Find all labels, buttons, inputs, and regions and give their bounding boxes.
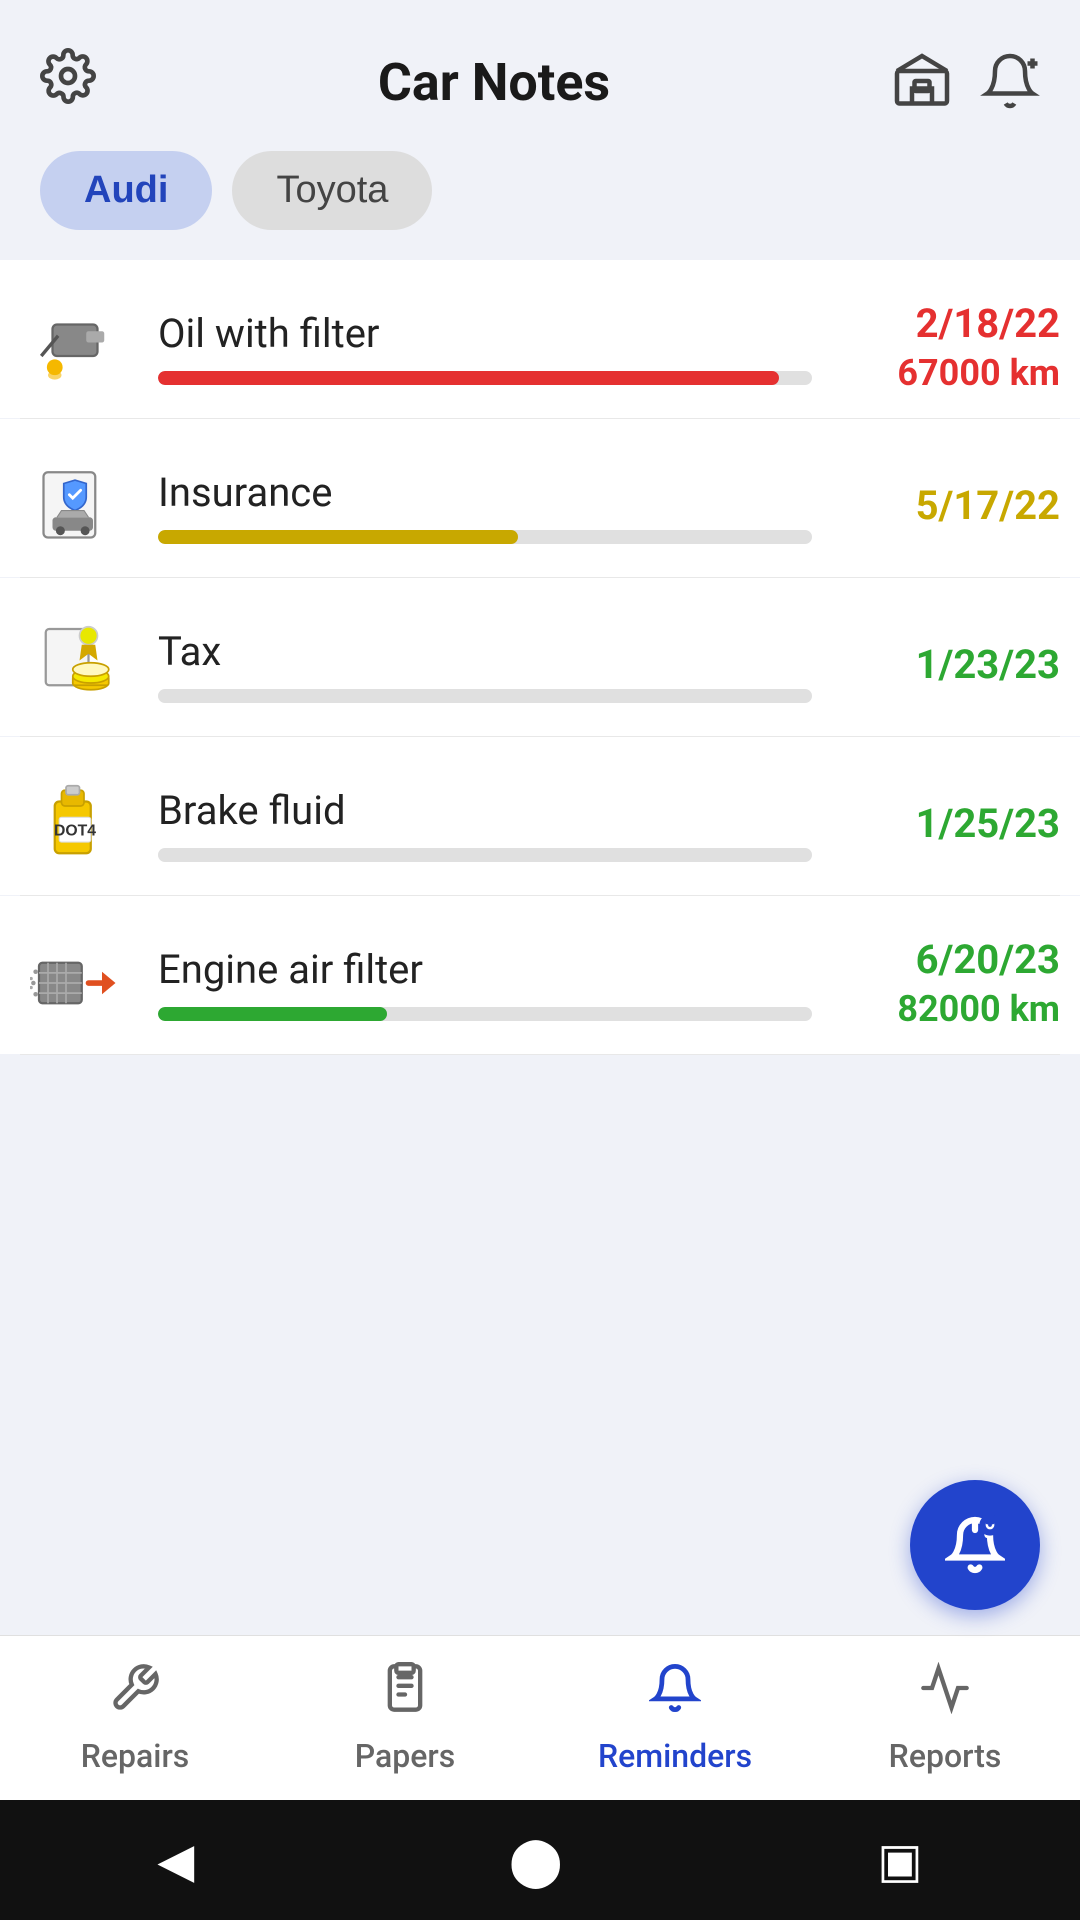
bottom-navigation: Repairs Papers Reminders R (0, 1635, 1080, 1800)
insurance-progress (158, 530, 812, 544)
insurance-content: Insurance (158, 469, 812, 544)
nav-repairs-label: Repairs (81, 1737, 189, 1775)
add-reminder-header-icon[interactable] (980, 51, 1040, 115)
back-button[interactable]: ◀ (157, 1832, 194, 1889)
oil-filter-date: 2/18/22 67000 km (840, 298, 1060, 397)
svg-text:DOT4: DOT4 (54, 822, 96, 839)
oil-filter-content: Oil with filter (158, 310, 812, 385)
oil-icon (20, 292, 130, 402)
nav-reports-label: Reports (889, 1737, 1002, 1775)
insurance-date: 5/17/22 (840, 480, 1060, 532)
tax-content: Tax (158, 628, 812, 703)
engine-air-filter-content: Engine air filter (158, 946, 812, 1021)
app-title: Car Notes (96, 52, 892, 113)
insurance-name: Insurance (158, 469, 812, 516)
engine-air-filter-icon (20, 928, 130, 1038)
car-tabs: Audi Toyota (0, 141, 1080, 260)
android-system-navbar: ◀ ⬤ ▣ (0, 1800, 1080, 1920)
reminder-brake-fluid[interactable]: DOT4 Brake fluid 1/25/23 (0, 737, 1080, 895)
insurance-icon (20, 451, 130, 561)
nav-papers[interactable]: Papers (270, 1636, 540, 1800)
reminder-engine-air-filter[interactable]: Engine air filter 6/20/23 82000 km (0, 896, 1080, 1054)
repairs-icon (109, 1662, 161, 1727)
tax-icon (20, 610, 130, 720)
insurance-bar (158, 530, 518, 544)
brake-fluid-name: Brake fluid (158, 787, 812, 834)
tab-audi[interactable]: Audi (40, 151, 212, 230)
tax-progress (158, 689, 812, 703)
app-header: Car Notes (0, 0, 1080, 141)
header-actions (892, 51, 1040, 115)
brake-fluid-date: 1/25/23 (840, 798, 1060, 850)
nav-reminders-label: Reminders (598, 1737, 752, 1775)
reminder-insurance[interactable]: Insurance 5/17/22 (0, 419, 1080, 577)
engine-air-filter-bar (158, 1007, 387, 1021)
engine-air-filter-date: 6/20/23 82000 km (840, 934, 1060, 1033)
brake-fluid-progress (158, 848, 812, 862)
reminders-nav-icon (649, 1662, 701, 1727)
papers-icon (379, 1662, 431, 1727)
brake-fluid-content: Brake fluid (158, 787, 812, 862)
oil-filter-name: Oil with filter (158, 310, 812, 357)
engine-air-filter-name: Engine air filter (158, 946, 812, 993)
nav-repairs[interactable]: Repairs (0, 1636, 270, 1800)
reminder-tax[interactable]: Tax 1/23/23 (0, 578, 1080, 736)
home-button[interactable]: ⬤ (509, 1832, 563, 1889)
oil-filter-bar (158, 371, 779, 385)
oil-filter-progress (158, 371, 812, 385)
reminders-list: Oil with filter 2/18/22 67000 km (0, 260, 1080, 1055)
nav-reports[interactable]: Reports (810, 1636, 1080, 1800)
tab-toyota[interactable]: Toyota (232, 151, 432, 230)
nav-reminders[interactable]: Reminders (540, 1636, 810, 1800)
add-reminder-fab[interactable] (910, 1480, 1040, 1610)
reminder-oil-filter[interactable]: Oil with filter 2/18/22 67000 km (0, 260, 1080, 418)
tax-date: 1/23/23 (840, 639, 1060, 691)
nav-papers-label: Papers (355, 1737, 455, 1775)
recents-button[interactable]: ▣ (877, 1832, 922, 1889)
settings-icon[interactable] (40, 48, 96, 117)
reports-icon (919, 1662, 971, 1727)
brake-fluid-icon: DOT4 (20, 769, 130, 879)
tax-name: Tax (158, 628, 812, 675)
engine-air-filter-progress (158, 1007, 812, 1021)
garage-icon[interactable] (892, 51, 952, 115)
